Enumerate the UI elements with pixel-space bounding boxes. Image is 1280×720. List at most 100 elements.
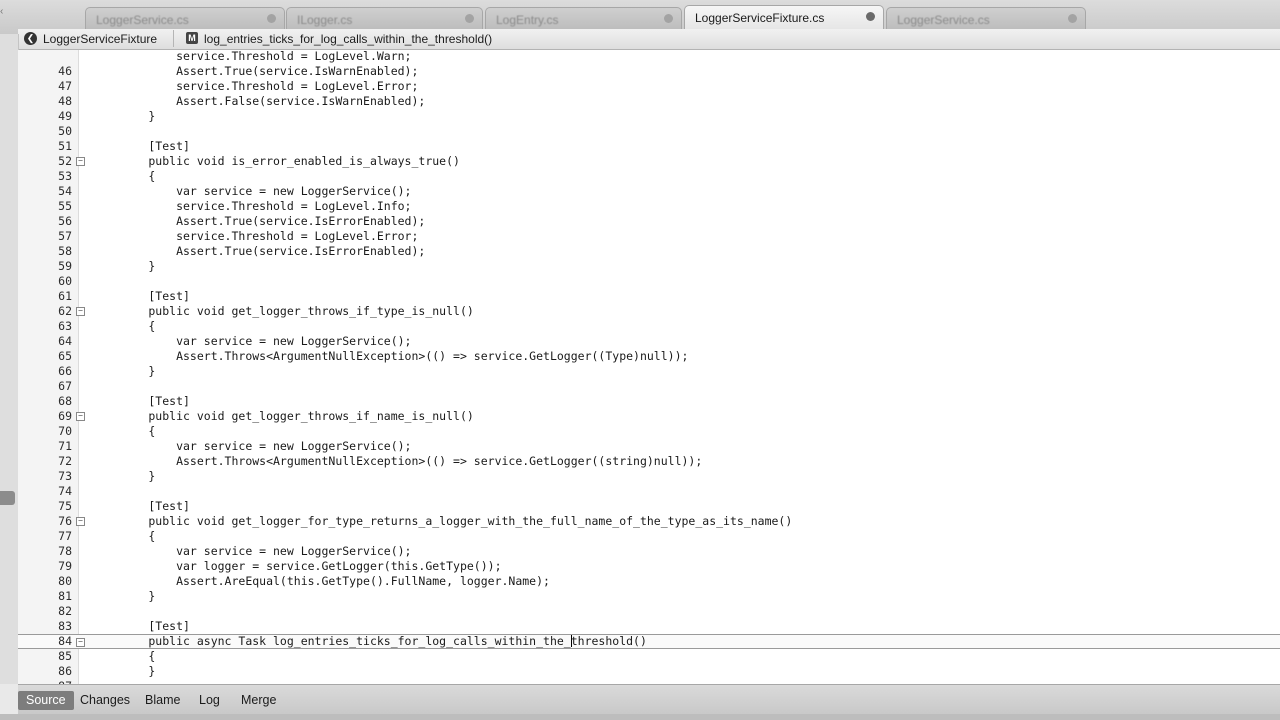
tab-close-icon[interactable] <box>267 14 276 23</box>
fold-minus-icon[interactable]: − <box>76 412 85 421</box>
code-line[interactable]: 71 var service = new LoggerService(); <box>18 439 1280 454</box>
line-number: 56 <box>58 214 72 228</box>
code-line[interactable]: 60 <box>18 274 1280 289</box>
code-line[interactable]: 83 [Test] <box>18 619 1280 634</box>
tab-merge[interactable]: Merge <box>233 691 284 710</box>
tab-close-icon[interactable] <box>465 14 474 23</box>
line-number: 55 <box>58 199 72 213</box>
breadcrumb-file[interactable]: LoggerServiceFixture <box>43 32 157 46</box>
tab-log-entry[interactable]: LogEntry.cs <box>485 7 682 29</box>
breadcrumb-method[interactable]: log_entries_ticks_for_log_calls_within_t… <box>204 32 492 46</box>
tab-blame[interactable]: Blame <box>137 691 188 710</box>
chevron-left-icon[interactable]: ❮ <box>24 32 37 45</box>
tab-close-icon[interactable] <box>664 14 673 23</box>
code-line[interactable]: 72 Assert.Throws<ArgumentNullException>(… <box>18 454 1280 469</box>
code-line[interactable]: 86 } <box>18 664 1280 679</box>
code-text: } <box>93 109 156 123</box>
code-text: Assert.True(service.IsWarnEnabled); <box>93 64 419 78</box>
code-line[interactable]: 74 <box>18 484 1280 499</box>
breadcrumb-divider <box>173 30 174 47</box>
code-line[interactable]: 80 Assert.AreEqual(this.GetType().FullNa… <box>18 574 1280 589</box>
line-number: 86 <box>58 664 72 678</box>
code-line[interactable]: 56 Assert.True(service.IsErrorEnabled); <box>18 214 1280 229</box>
code-line[interactable]: 50 <box>18 124 1280 139</box>
code-text: { <box>93 529 156 543</box>
code-line[interactable]: 73 } <box>18 469 1280 484</box>
pad-toggle-icon[interactable] <box>0 491 15 505</box>
code-line[interactable]: 75 [Test] <box>18 499 1280 514</box>
line-number: 83 <box>58 619 72 633</box>
code-line[interactable]: 52− public void is_error_enabled_is_alwa… <box>18 154 1280 169</box>
tab-logger-service[interactable]: LoggerService.cs <box>85 7 285 29</box>
code-line[interactable]: 57 service.Threshold = LogLevel.Error; <box>18 229 1280 244</box>
code-line[interactable]: 51 [Test] <box>18 139 1280 154</box>
code-text: var service = new LoggerService(); <box>93 334 412 348</box>
code-line[interactable]: 77 { <box>18 529 1280 544</box>
code-line[interactable]: 85 { <box>18 649 1280 664</box>
code-line[interactable]: 55 service.Threshold = LogLevel.Info; <box>18 199 1280 214</box>
tab-close-icon[interactable] <box>1068 14 1077 23</box>
tab-label: ILogger.cs <box>297 13 353 27</box>
line-number: 70 <box>58 424 72 438</box>
line-number: 47 <box>58 79 72 93</box>
code-line[interactable]: 49 } <box>18 109 1280 124</box>
code-line[interactable]: 76− public void get_logger_for_type_retu… <box>18 514 1280 529</box>
code-line[interactable]: 47 service.Threshold = LogLevel.Error; <box>18 79 1280 94</box>
code-text: } <box>93 259 156 273</box>
code-line[interactable]: 61 [Test] <box>18 289 1280 304</box>
code-text: } <box>93 589 156 603</box>
tab-label: LogEntry.cs <box>496 13 559 27</box>
code-line[interactable]: 65 Assert.Throws<ArgumentNullException>(… <box>18 349 1280 364</box>
code-text: Assert.True(service.IsErrorEnabled); <box>93 214 426 228</box>
code-line[interactable]: 58 Assert.True(service.IsErrorEnabled); <box>18 244 1280 259</box>
code-line[interactable]: 53 { <box>18 169 1280 184</box>
code-line[interactable]: 46 Assert.True(service.IsWarnEnabled); <box>18 64 1280 79</box>
fold-minus-icon[interactable]: − <box>76 157 85 166</box>
code-text: var service = new LoggerService(); <box>93 544 412 558</box>
code-text: } <box>93 664 156 678</box>
line-number: 85 <box>58 649 72 663</box>
line-number: 81 <box>58 589 72 603</box>
version-control-tabs: Source Changes Blame Log Merge <box>18 684 1280 715</box>
code-line[interactable]: 63 { <box>18 319 1280 334</box>
tab-logger-service-fixture[interactable]: LoggerServiceFixture.cs <box>684 5 884 32</box>
code-line[interactable]: 54 var service = new LoggerService(); <box>18 184 1280 199</box>
line-number: 79 <box>58 559 72 573</box>
code-line[interactable]: 81 } <box>18 589 1280 604</box>
fold-minus-icon[interactable]: − <box>76 517 85 526</box>
code-line[interactable]: 66 } <box>18 364 1280 379</box>
code-line[interactable]: 68 [Test] <box>18 394 1280 409</box>
line-number: 84 <box>58 634 72 648</box>
line-number: 67 <box>58 379 72 393</box>
code-editor[interactable]: service.Threshold = LogLevel.Warn; 46 Ass… <box>18 50 1280 684</box>
tab-changes[interactable]: Changes <box>72 691 138 710</box>
code-line[interactable]: 69− public void get_logger_throws_if_nam… <box>18 409 1280 424</box>
code-line[interactable]: 48 Assert.False(service.IsWarnEnabled); <box>18 94 1280 109</box>
code-line[interactable]: 79 var logger = service.GetLogger(this.G… <box>18 559 1280 574</box>
current-code-line[interactable]: 84− public async Task log_entries_ticks_… <box>18 634 1280 649</box>
code-line[interactable]: 82 <box>18 604 1280 619</box>
code-line[interactable]: 67 <box>18 379 1280 394</box>
code-text: public void get_logger_throws_if_type_is… <box>93 304 474 318</box>
breadcrumb: ❮ LoggerServiceFixture M log_entries_tic… <box>18 29 1280 50</box>
fold-minus-icon[interactable]: − <box>76 307 85 316</box>
code-line[interactable]: service.Threshold = LogLevel.Warn; <box>18 50 1280 64</box>
line-number: 76 <box>58 514 72 528</box>
code-text: public void is_error_enabled_is_always_t… <box>93 154 460 168</box>
fold-minus-icon[interactable]: − <box>76 638 85 647</box>
tab-logger-service-2[interactable]: LoggerService.cs <box>886 7 1086 29</box>
code-line[interactable]: 78 var service = new LoggerService(); <box>18 544 1280 559</box>
code-text: [Test] <box>93 139 190 153</box>
code-line[interactable]: 64 var service = new LoggerService(); <box>18 334 1280 349</box>
tab-ilogger[interactable]: ILogger.cs <box>286 7 483 29</box>
tab-log[interactable]: Log <box>191 691 228 710</box>
code-text: Assert.Throws<ArgumentNullException>(() … <box>93 349 689 363</box>
line-number: 58 <box>58 244 72 258</box>
code-line[interactable]: 59 } <box>18 259 1280 274</box>
method-icon: M <box>186 32 198 44</box>
tab-source[interactable]: Source <box>18 691 74 710</box>
code-text: public void get_logger_throws_if_name_is… <box>93 409 474 423</box>
code-line[interactable]: 62− public void get_logger_throws_if_typ… <box>18 304 1280 319</box>
tab-modified-dot-icon[interactable] <box>866 12 875 21</box>
code-line[interactable]: 70 { <box>18 424 1280 439</box>
